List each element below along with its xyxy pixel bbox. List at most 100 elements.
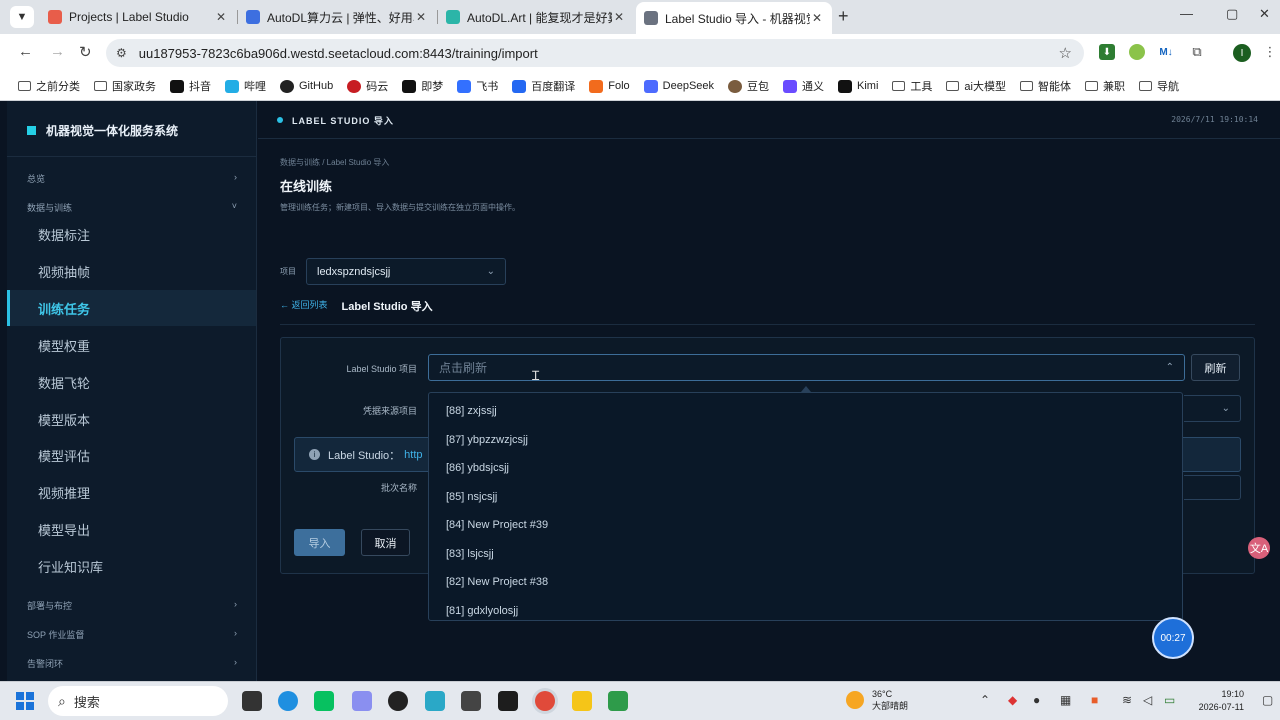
sidebar-group-data-training[interactable]: 数据与训练 ˅ — [27, 201, 237, 214]
bookmark-link[interactable]: GitHub — [280, 79, 333, 93]
import-button[interactable]: 导入 — [294, 529, 345, 556]
tray-app-icon[interactable]: ■ — [1091, 693, 1098, 707]
sidebar-item-model-version[interactable]: 模型版本 — [7, 401, 256, 437]
translate-icon[interactable]: 文A — [1248, 537, 1270, 559]
back-arrow-icon[interactable]: ← — [18, 43, 33, 60]
chatgpt-icon[interactable] — [388, 691, 408, 711]
ls-project-select[interactable]: 点击刷新 ⌃ — [428, 354, 1185, 381]
close-tab-icon[interactable]: ✕ — [810, 11, 824, 25]
task-view-icon[interactable] — [242, 691, 262, 711]
back-to-list-link[interactable]: ← 返回列表 — [280, 298, 328, 311]
more-menu-icon[interactable]: ⋮ — [1262, 44, 1278, 60]
new-tab-button[interactable]: + — [838, 6, 849, 27]
bookmark-link[interactable]: 通义 — [783, 78, 824, 94]
windows-start-icon[interactable] — [16, 692, 34, 710]
close-tab-icon[interactable]: ✕ — [612, 10, 626, 24]
app-icon[interactable] — [608, 691, 628, 711]
bookmark-link[interactable]: DeepSeek — [643, 79, 714, 93]
refresh-button[interactable]: 刷新 — [1191, 354, 1240, 381]
terminal-icon[interactable] — [498, 691, 518, 711]
browser-tab-1[interactable]: Projects | Label Studio ✕ — [40, 4, 236, 30]
forward-arrow-icon[interactable]: → — [50, 43, 65, 60]
address-bar[interactable]: ⚙ uu187953-7823c6ba906d.westd.seetacloud… — [106, 39, 1084, 67]
browser-tab-3[interactable]: AutoDL.Art | 能复现才是好算 ✕ — [438, 4, 634, 30]
credential-source-select[interactable]: ⌄ — [1184, 395, 1241, 422]
sidebar-item-knowledge-base[interactable]: 行业知识库 — [7, 548, 256, 584]
bookmark-link[interactable]: 即梦 — [402, 78, 443, 94]
bookmark-link[interactable]: 抖音 — [170, 78, 211, 94]
taskbar-clock[interactable]: 19:10 2026-07-11 — [1199, 688, 1244, 714]
bookmark-folder[interactable]: ai大模型 — [946, 78, 1006, 94]
tray-app-icon[interactable]: ▦ — [1060, 693, 1071, 707]
dropdown-option[interactable]: [81] gdxlyolosjj — [429, 597, 1182, 621]
taskbar-search[interactable]: ⌕ 搜索 — [48, 686, 228, 716]
bookmark-folder[interactable]: 工具 — [892, 78, 932, 94]
bookmark-link[interactable]: 哔哩 — [225, 78, 266, 94]
wechat-icon[interactable] — [314, 691, 334, 711]
bookmark-link[interactable]: Kimi — [838, 79, 878, 93]
bookmark-folder[interactable]: 国家政务 — [94, 78, 156, 94]
tray-app-icon[interactable]: ◆ — [1008, 693, 1017, 707]
info-link[interactable]: http — [404, 449, 422, 461]
browser-tab-2[interactable]: AutoDL算力云 | 弹性、好用、 ✕ — [238, 4, 436, 30]
dropdown-option[interactable]: [87] ybpzzwzjcsjj — [429, 426, 1182, 455]
bookmark-folder[interactable]: 智能体 — [1019, 78, 1071, 94]
bookmark-link[interactable]: Folo — [589, 79, 630, 93]
dropdown-option[interactable]: [88] zxjssjj — [429, 397, 1182, 426]
edge-icon[interactable] — [278, 691, 298, 711]
site-info-icon[interactable]: ⚙ — [116, 46, 127, 60]
sidebar-item-frame-extract[interactable]: 视频抽帧 — [7, 253, 256, 289]
sidebar-item-annotation[interactable]: 数据标注 — [7, 216, 256, 252]
sidebar-item-video-inference[interactable]: 视频推理 — [7, 474, 256, 510]
sidebar-group-deploy[interactable]: 部署与布控 › — [27, 599, 237, 612]
weather-widget[interactable]: 36°C 大部晴朗 — [846, 688, 908, 712]
profile-avatar[interactable]: I — [1233, 44, 1251, 62]
wifi-icon[interactable]: ≋ — [1122, 693, 1132, 707]
reload-icon[interactable]: ↻ — [79, 43, 92, 61]
sidebar-group-overview[interactable]: 总览 › — [27, 172, 237, 185]
tab-search-button[interactable]: ▼ — [10, 6, 34, 28]
close-tab-icon[interactable]: ✕ — [414, 10, 428, 24]
dropdown-option[interactable]: [82] New Project #38 — [429, 568, 1182, 597]
app-icon[interactable] — [461, 691, 481, 711]
sidebar-item-model-eval[interactable]: 模型评估 — [7, 437, 256, 473]
bookmark-link[interactable]: 豆包 — [728, 78, 769, 94]
extensions-puzzle-icon[interactable]: ⧉ — [1189, 44, 1205, 60]
recording-timer[interactable]: 00:27 — [1152, 617, 1194, 659]
minimize-icon[interactable]: — — [1180, 6, 1193, 21]
batch-name-input[interactable] — [1184, 475, 1241, 500]
bookmark-folder[interactable]: 兼职 — [1084, 78, 1125, 94]
extension-markdown-icon[interactable]: M↓ — [1158, 44, 1174, 60]
tray-chevron-up-icon[interactable]: ⌃ — [980, 693, 990, 707]
sidebar-item-weights[interactable]: 模型权重 — [7, 327, 256, 363]
close-window-icon[interactable]: ✕ — [1259, 6, 1270, 22]
chrome-icon[interactable] — [535, 691, 555, 711]
bookmark-link[interactable]: 飞书 — [457, 78, 498, 94]
dropdown-option[interactable]: [86] ybdsjcsjj — [429, 454, 1182, 483]
bookmark-star-icon[interactable]: ☆ — [1059, 44, 1072, 62]
dropdown-option[interactable]: [84] New Project #39 — [429, 511, 1182, 540]
battery-icon[interactable]: ▭ — [1164, 693, 1175, 707]
dropdown-option[interactable]: [83] lsjcsjj — [429, 540, 1182, 569]
sidebar-item-data-flywheel[interactable]: 数据飞轮 — [7, 364, 256, 400]
notepad-icon[interactable] — [425, 691, 445, 711]
app-icon[interactable] — [352, 691, 372, 711]
dropdown-option[interactable]: [85] nsjcsjj — [429, 483, 1182, 512]
browser-tab-active[interactable]: Label Studio 导入 - 机器视觉 ✕ — [636, 2, 832, 34]
sidebar-group-alert[interactable]: 告警闭环 › — [27, 657, 237, 670]
file-explorer-icon[interactable] — [572, 691, 592, 711]
project-select[interactable]: ledxspzndsjcsjj ⌄ — [306, 258, 506, 285]
sidebar-group-sop[interactable]: SOP 作业监督 › — [27, 628, 237, 641]
extension-leaf-icon[interactable] — [1129, 44, 1145, 60]
close-tab-icon[interactable]: ✕ — [214, 10, 228, 24]
volume-icon[interactable]: ◁ — [1143, 693, 1152, 707]
microphone-icon[interactable]: ● — [1033, 693, 1040, 707]
maximize-icon[interactable]: ▢ — [1226, 6, 1238, 22]
bookmark-folder[interactable]: 导航 — [1138, 78, 1179, 94]
extension-download-icon[interactable]: ⬇ — [1099, 44, 1115, 60]
cancel-button[interactable]: 取消 — [361, 529, 410, 556]
bookmark-link[interactable]: 百度翻译 — [512, 78, 575, 94]
notification-bell-icon[interactable]: ▢ — [1262, 693, 1273, 707]
bookmark-link[interactable]: 码云 — [347, 78, 388, 94]
sidebar-item-training[interactable]: 训练任务 — [7, 290, 256, 326]
